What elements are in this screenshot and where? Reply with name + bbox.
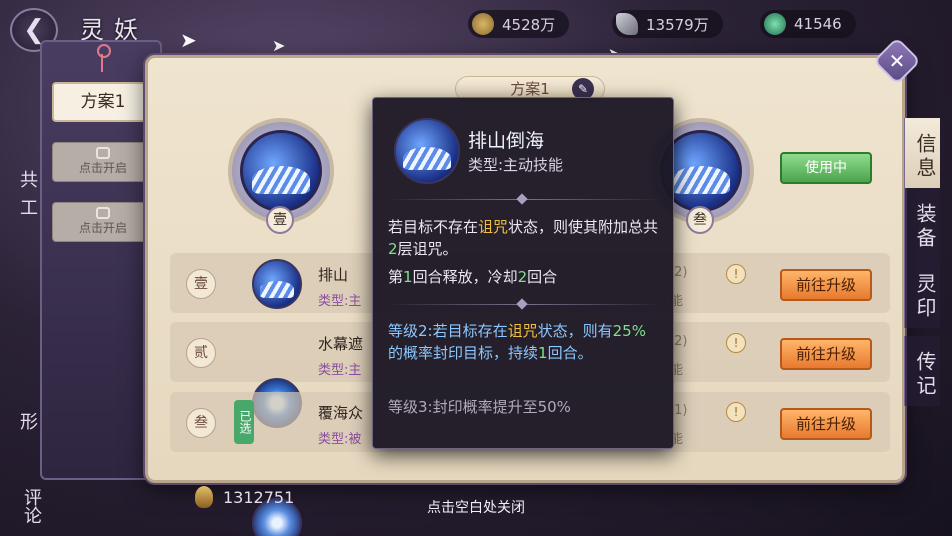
skill-name: 排山 <box>318 266 349 284</box>
currency-feather[interactable]: 13579万 <box>612 10 723 38</box>
orb-badge: 壹 <box>266 206 294 234</box>
plan-tab-1[interactable]: 方案1 <box>52 82 154 122</box>
bg-label: 共 <box>17 170 38 188</box>
plan-tab-locked[interactable]: 点击开启 <box>52 142 154 182</box>
tab-info[interactable]: 信息 <box>904 118 940 188</box>
warning-icon[interactable]: ! <box>726 264 746 284</box>
plan-tab-locked[interactable]: 点击开启 <box>52 202 154 242</box>
tooltip-cooldown: 第1回合释放，冷却2回合 <box>388 268 558 286</box>
tab-seal[interactable]: 灵印 <box>904 258 940 328</box>
bird-decoration-icon: ➤ <box>180 28 197 52</box>
currency-coin[interactable]: 4528万 <box>468 10 570 38</box>
bottom-currency-value: 1312751 <box>223 487 295 507</box>
currency-jade-value: 41546 <box>794 15 842 33</box>
tooltip-level3: 等级3:封印概率提升至50% <box>388 398 571 416</box>
row-number: 叁 <box>186 408 216 438</box>
currency-feather-value: 13579万 <box>646 15 709 34</box>
skill-type: 类型:被 <box>318 432 362 447</box>
warning-icon[interactable]: ! <box>726 402 746 422</box>
skill-type: 类型:主 <box>318 294 362 309</box>
unlock-hint: 点击开启 <box>78 161 127 175</box>
currency-coin-value: 4528万 <box>502 15 556 34</box>
feather-icon <box>616 13 638 35</box>
wave-skill-icon <box>252 259 302 309</box>
bg-label: 形 <box>17 412 38 430</box>
in-use-button[interactable]: 使用中 <box>780 152 872 184</box>
jade-icon <box>764 13 786 35</box>
close-icon: ✕ <box>888 49 906 73</box>
currency-jade[interactable]: 41546 <box>760 10 856 38</box>
upgrade-button[interactable]: 前往升级 <box>780 269 872 301</box>
orb-badge: 叁 <box>686 206 714 234</box>
tab-biography[interactable]: 传记 <box>904 336 940 406</box>
skill-name: 水幕遮 <box>318 335 364 353</box>
close-hint[interactable]: 点击空白处关闭 <box>420 497 532 517</box>
comment-button[interactable]: 评论 <box>18 488 44 524</box>
gold-ingot-icon <box>195 486 213 508</box>
warning-icon[interactable]: ! <box>726 333 746 353</box>
bird-decoration-icon: ➤ <box>272 36 286 55</box>
skill-name: 覆海众 <box>318 404 364 422</box>
lock-icon <box>96 147 110 159</box>
unlock-hint: 点击开启 <box>78 221 127 235</box>
tooltip-skill-name: 排山倒海 <box>468 130 545 152</box>
coin-icon <box>472 13 494 35</box>
wave-skill-icon <box>394 118 460 184</box>
tab-equipment[interactable]: 装备 <box>904 188 940 258</box>
row-number: 壹 <box>186 269 216 299</box>
tooltip-level2: 等级2:若目标存在诅咒状态，则有25%的概率封印目标，持续1回合。 <box>388 322 646 362</box>
wave-skill-icon <box>240 130 322 212</box>
upgrade-button[interactable]: 前往升级 <box>780 408 872 440</box>
row-number: 贰 <box>186 338 216 368</box>
pin-icon <box>96 44 111 72</box>
bottom-currency: 1312751 <box>195 486 294 508</box>
tooltip-skill-type: 类型:主动技能 <box>468 156 564 174</box>
chosen-tag: 已选 <box>234 400 254 444</box>
skill-type: 类型:主 <box>318 363 362 378</box>
upgrade-button[interactable]: 前往升级 <box>780 338 872 370</box>
tooltip-description: 若目标不存在诅咒状态，则使其附加总共2层诅咒。 <box>388 218 659 258</box>
lock-icon <box>96 207 110 219</box>
bg-label: 工 <box>17 198 38 216</box>
